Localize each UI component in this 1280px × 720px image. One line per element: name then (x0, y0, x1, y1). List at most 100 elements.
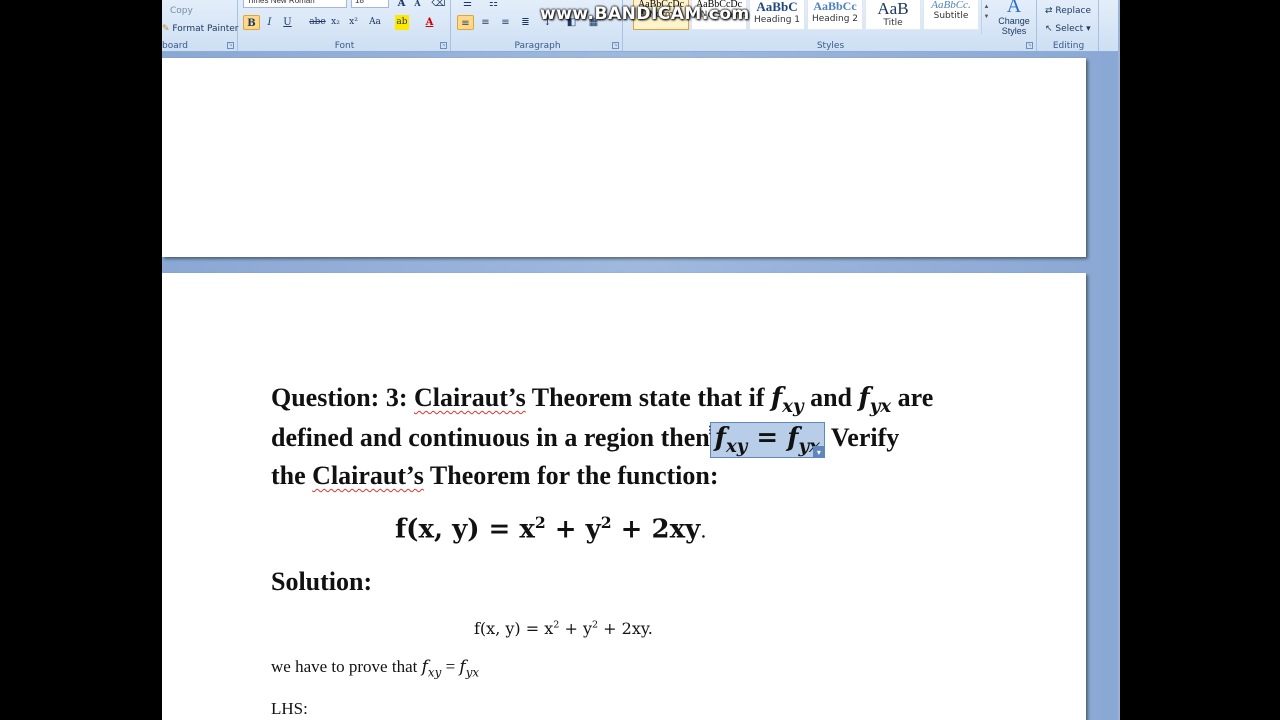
lhs-label: LHS: (271, 699, 308, 718)
style-title-sample: AaB (877, 0, 909, 18)
are-text: are (891, 383, 934, 412)
bold-button[interactable]: B (243, 15, 260, 30)
select-button[interactable]: ↖ Select ▾ (1045, 24, 1091, 34)
highlight-icon[interactable]: ab (395, 15, 409, 30)
strikethrough-button[interactable]: abe (309, 15, 326, 30)
style-heading-2-label: Heading 2 (811, 14, 859, 24)
equation-object-selected[interactable]: ⋮ fxy = fyx ▾ (705, 422, 825, 459)
copy-button[interactable]: Copy (170, 6, 193, 16)
styles-launcher-icon[interactable]: ↘ (1026, 42, 1033, 49)
math-equals: = (441, 657, 460, 676)
select-cursor-icon: ↖ (1045, 24, 1053, 34)
period: . (700, 518, 707, 543)
clipboard-group-label: board (162, 41, 188, 51)
editing-group: ⇄ Replace ↖ Select ▾ Editing (1039, 0, 1099, 51)
math-sub-xy: xy (427, 665, 442, 680)
defined-text: defined and continuous in a region then (271, 423, 710, 452)
style-heading-2[interactable]: AaBbCc Heading 2 (807, 0, 863, 30)
equation-handle-icon[interactable]: ⋮ (705, 425, 715, 436)
align-center-icon[interactable]: ≡ (477, 15, 494, 30)
question-number: Question: 3: (271, 383, 414, 412)
plus-y-small: + y (559, 619, 592, 638)
font-group: Times New Roman 18 A A ⌫ B I U abe x₂ x²… (239, 0, 451, 51)
numbering-icon[interactable]: ☷ (485, 0, 502, 11)
style-subtitle-label: Subtitle (933, 11, 969, 21)
styles-up-icon[interactable]: ▲ (982, 4, 991, 10)
prove-line: we have to prove that fxy = fyx (271, 657, 479, 679)
font-size-combo[interactable]: 18 (351, 0, 389, 8)
font-name-combo[interactable]: Times New Roman (243, 0, 347, 8)
question-line-1: Question: 3: Clairaut’s Theorem state th… (271, 383, 933, 417)
plus-2xy: + 2xy (611, 514, 701, 545)
math-f: f (770, 383, 783, 413)
font-launcher-icon[interactable]: ↘ (440, 42, 447, 49)
math-f: f (787, 423, 799, 453)
replace-button[interactable]: ⇄ Replace (1045, 6, 1091, 16)
math-fxy: fxy (422, 657, 442, 680)
grow-font-icon[interactable]: A (393, 0, 410, 11)
style-heading-1-label: Heading 1 (753, 15, 801, 25)
change-styles-label: Change Styles (998, 16, 1030, 36)
square-exp: 2 (600, 513, 612, 532)
format-painter-button[interactable]: ✎ Format Painter (162, 24, 239, 34)
format-painter-label: Format Painter (172, 24, 239, 34)
prove-text: we have to prove that (271, 657, 422, 676)
replace-label: Replace (1055, 6, 1092, 16)
clear-format-icon[interactable]: ⌫ (430, 0, 447, 11)
theorem-text: Theorem state that if (525, 383, 771, 412)
align-right-icon[interactable]: ≡ (497, 15, 514, 30)
shrink-font-icon[interactable]: A (409, 0, 426, 11)
clipboard-group: Copy ✎ Format Painter board ↘ (162, 0, 239, 51)
style-subtitle-sample: AaBbCc. (931, 0, 971, 11)
style-heading-1[interactable]: AaBbC Heading 1 (749, 0, 805, 30)
style-subtitle[interactable]: AaBbCc. Subtitle (923, 0, 979, 30)
document-workspace[interactable]: Question: 3: Clairaut’s Theorem state th… (162, 52, 1118, 720)
square-exp: 2 (534, 513, 546, 532)
change-styles-button[interactable]: A Change Styles (993, 0, 1035, 38)
align-left-icon[interactable]: ≡ (457, 15, 474, 30)
math-equals: = (747, 423, 788, 453)
solution-heading: Solution: (271, 567, 373, 596)
font-color-icon[interactable]: A (421, 15, 438, 30)
function-equation: f(x, y) = x2 + y2 + 2xy. (395, 513, 707, 545)
styles-scroll[interactable]: ▲ ▼ (981, 0, 991, 34)
bullets-icon[interactable]: ☰ (459, 0, 476, 11)
math-sub-yx: yx (465, 665, 480, 680)
verify-text: Verify (824, 423, 900, 452)
math-fyx: fyx (459, 657, 480, 680)
function-lhs-small: f(x, y) = x (474, 619, 554, 638)
justify-icon[interactable]: ≣ (517, 15, 534, 30)
superscript-button[interactable]: x² (345, 15, 362, 30)
math-sub-xy: xy (782, 396, 804, 418)
style-title[interactable]: AaB Title (865, 0, 921, 30)
italic-button[interactable]: I (261, 15, 278, 30)
paragraph-group-label: Paragraph (514, 41, 561, 51)
clairaut-word: Clairaut’s (414, 383, 526, 412)
styles-down-icon[interactable]: ▼ (982, 14, 991, 20)
style-title-label: Title (883, 18, 903, 28)
change-styles-icon: A (1006, 0, 1022, 17)
style-heading-1-sample: AaBbC (756, 0, 798, 14)
equation-options-icon[interactable]: ▾ (812, 446, 825, 459)
math-f: f (714, 423, 726, 453)
question-line-2: defined and continuous in a region then ⋮… (271, 422, 900, 459)
font-group-label: Font (334, 41, 355, 51)
window-edge (1118, 0, 1120, 720)
paragraph-launcher-icon[interactable]: ↘ (612, 42, 619, 49)
change-case-button[interactable]: Aa (365, 15, 385, 30)
math-f: f (858, 383, 870, 413)
document-page-1[interactable] (162, 58, 1086, 257)
theorem-function-text: Theorem for the function: (423, 461, 719, 490)
clipboard-launcher-icon[interactable]: ↘ (227, 42, 234, 49)
clairaut-word: Clairaut’s (312, 461, 424, 490)
function-lhs: f(x, y) = x (395, 514, 535, 545)
function-equation-small: f(x, y) = x2 + y2 + 2xy. (474, 619, 653, 638)
bandicam-watermark: www.BANDICAM.com (540, 4, 750, 24)
math-fxy: fxy (770, 383, 804, 417)
math-sub-yx: yx (869, 396, 892, 418)
subscript-button[interactable]: x₂ (327, 15, 344, 30)
replace-icon: ⇄ (1045, 6, 1053, 16)
underline-button[interactable]: U (279, 15, 296, 30)
style-heading-2-sample: AaBbCc (813, 0, 857, 13)
document-page-2[interactable]: Question: 3: Clairaut’s Theorem state th… (162, 273, 1086, 720)
